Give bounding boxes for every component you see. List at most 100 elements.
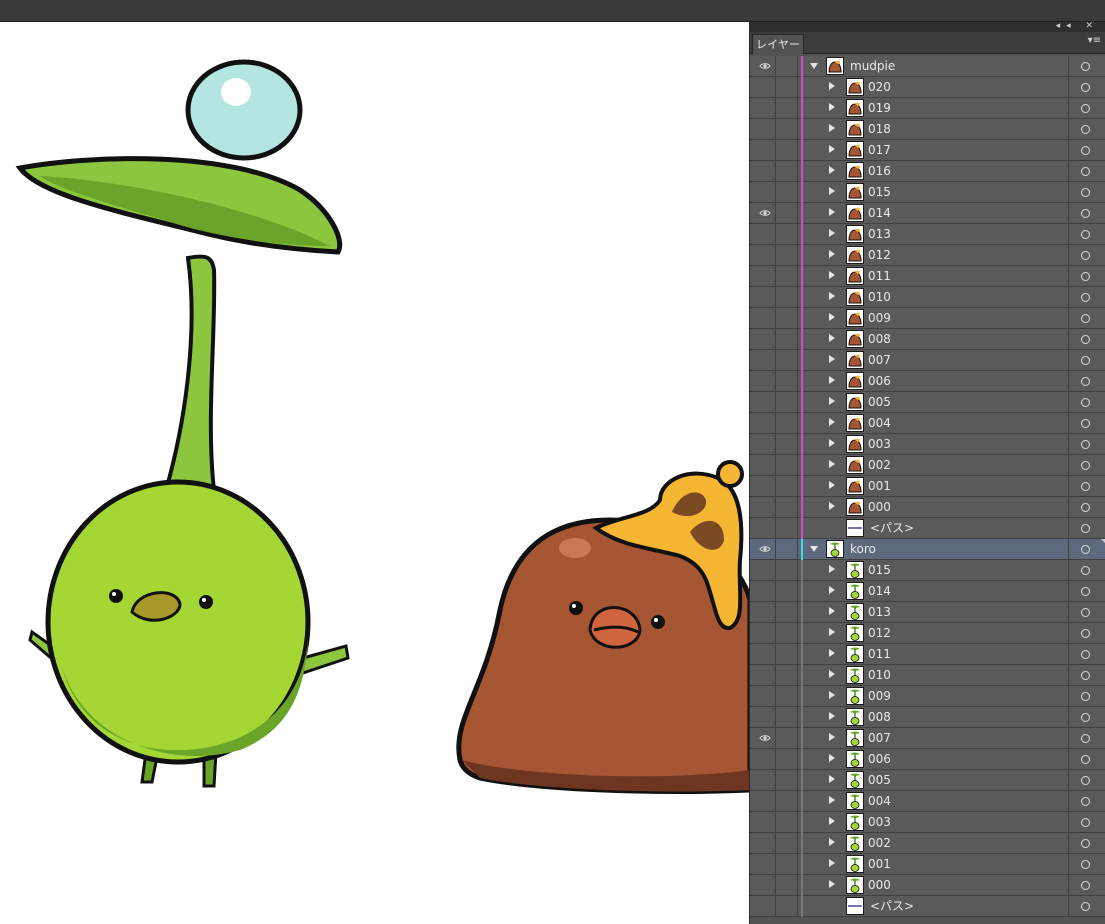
disclosure-triangle-right-icon[interactable] [829,775,835,783]
visibility-toggle[interactable] [754,791,776,811]
layer-row[interactable]: 006 [750,749,1105,770]
lock-toggle[interactable] [776,497,798,517]
layer-row[interactable]: 010 [750,287,1105,308]
layer-row[interactable]: 006 [750,371,1105,392]
disclosure-triangle-right-icon[interactable] [829,439,835,447]
disclosure-triangle-right-icon[interactable] [829,103,835,111]
lock-toggle[interactable] [776,770,798,790]
layer-row[interactable]: 011 [750,266,1105,287]
layer-row[interactable]: 002 [750,455,1105,476]
layer-row[interactable]: mudpie [750,56,1105,77]
target-button[interactable] [1068,119,1102,139]
visibility-toggle[interactable] [754,224,776,244]
lock-toggle[interactable] [776,707,798,727]
layer-row[interactable]: <パス> [750,518,1105,539]
visibility-toggle[interactable] [754,644,776,664]
layer-row[interactable]: 001 [750,476,1105,497]
layer-row[interactable]: 016 [750,161,1105,182]
layer-row[interactable]: 000 [750,875,1105,896]
layer-row[interactable]: 014 [750,203,1105,224]
lock-toggle[interactable] [776,602,798,622]
lock-toggle[interactable] [776,434,798,454]
layer-row[interactable]: 017 [750,140,1105,161]
layer-row[interactable]: 004 [750,413,1105,434]
target-button[interactable] [1068,623,1102,643]
target-button[interactable] [1068,644,1102,664]
disclosure-triangle-right-icon[interactable] [829,250,835,258]
visibility-toggle[interactable] [754,896,776,916]
disclosure-triangle-right-icon[interactable] [829,733,835,741]
target-button[interactable] [1068,140,1102,160]
visibility-toggle[interactable] [754,707,776,727]
visibility-toggle[interactable] [754,581,776,601]
visibility-toggle[interactable] [754,602,776,622]
lock-toggle[interactable] [776,623,798,643]
lock-toggle[interactable] [776,329,798,349]
layer-row[interactable]: 000 [750,497,1105,518]
visibility-toggle[interactable] [754,476,776,496]
disclosure-triangle-right-icon[interactable] [829,145,835,153]
layer-row[interactable]: 011 [750,644,1105,665]
disclosure-triangle-right-icon[interactable] [829,880,835,888]
collapse-close-icons[interactable]: ◂◂ ✕ [1056,21,1099,31]
target-button[interactable] [1068,833,1102,853]
visibility-toggle[interactable] [754,161,776,181]
target-button[interactable] [1068,77,1102,97]
target-button[interactable] [1068,896,1102,916]
layer-row[interactable]: 013 [750,224,1105,245]
disclosure-triangle-right-icon[interactable] [829,418,835,426]
disclosure-triangle-right-icon[interactable] [829,334,835,342]
lock-toggle[interactable] [776,833,798,853]
layer-row[interactable]: 020 [750,77,1105,98]
disclosure-triangle-right-icon[interactable] [829,817,835,825]
layer-row[interactable]: 007 [750,350,1105,371]
disclosure-triangle-right-icon[interactable] [829,166,835,174]
visibility-toggle[interactable] [754,56,776,76]
lock-toggle[interactable] [776,371,798,391]
visibility-toggle[interactable] [754,140,776,160]
disclosure-triangle-right-icon[interactable] [829,607,835,615]
panel-menu-icon[interactable]: ▾≡ [1088,35,1101,46]
disclosure-triangle-right-icon[interactable] [829,712,835,720]
layer-row[interactable]: 019 [750,98,1105,119]
visibility-toggle[interactable] [754,392,776,412]
target-button[interactable] [1068,665,1102,685]
disclosure-triangle-right-icon[interactable] [829,691,835,699]
layer-row[interactable]: 007 [750,728,1105,749]
layer-row[interactable]: 018 [750,119,1105,140]
target-button[interactable] [1068,581,1102,601]
lock-toggle[interactable] [776,413,798,433]
lock-toggle[interactable] [776,308,798,328]
visibility-toggle[interactable] [754,371,776,391]
layer-row[interactable]: koro [750,539,1105,560]
lock-toggle[interactable] [776,392,798,412]
visibility-toggle[interactable] [754,497,776,517]
lock-toggle[interactable] [776,812,798,832]
layer-row[interactable]: 005 [750,392,1105,413]
visibility-toggle[interactable] [754,287,776,307]
lock-toggle[interactable] [776,875,798,895]
visibility-toggle[interactable] [754,833,776,853]
target-button[interactable] [1068,749,1102,769]
layer-row[interactable]: 010 [750,665,1105,686]
lock-toggle[interactable] [776,728,798,748]
lock-toggle[interactable] [776,644,798,664]
visibility-toggle[interactable] [754,413,776,433]
target-button[interactable] [1068,392,1102,412]
visibility-toggle[interactable] [754,875,776,895]
lock-toggle[interactable] [776,287,798,307]
lock-toggle[interactable] [776,665,798,685]
target-button[interactable] [1068,56,1102,76]
visibility-toggle[interactable] [754,266,776,286]
layer-row[interactable]: 014 [750,581,1105,602]
visibility-toggle[interactable] [754,245,776,265]
disclosure-triangle-down-icon[interactable] [810,63,818,69]
layer-row[interactable]: 008 [750,329,1105,350]
disclosure-triangle-right-icon[interactable] [829,754,835,762]
visibility-toggle[interactable] [754,539,776,559]
target-button[interactable] [1068,875,1102,895]
visibility-toggle[interactable] [754,77,776,97]
target-button[interactable] [1068,350,1102,370]
disclosure-triangle-down-icon[interactable] [810,546,818,552]
lock-toggle[interactable] [776,77,798,97]
